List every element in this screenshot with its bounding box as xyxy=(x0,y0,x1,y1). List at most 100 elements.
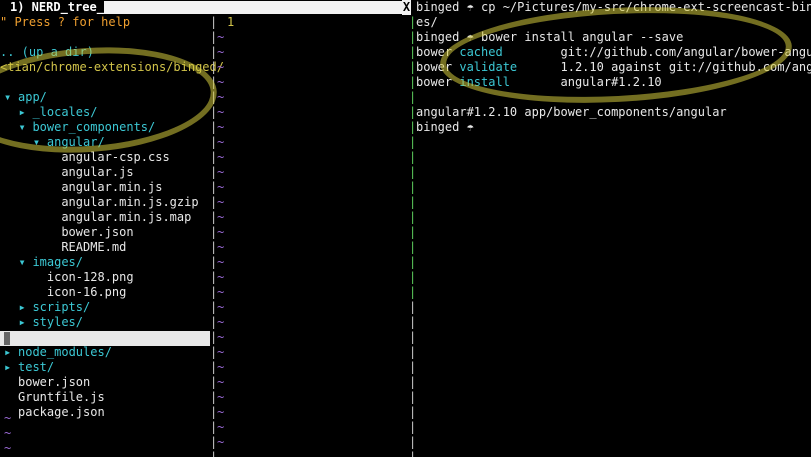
tree-item-label: icon-16.png xyxy=(46,285,127,299)
shell-text: binged ☂ xyxy=(416,120,474,134)
collapsed-arrow-icon[interactable]: ▸ xyxy=(18,315,32,330)
shell-text: bower xyxy=(416,45,460,59)
empty-line-tilde: ~ xyxy=(217,180,225,194)
help-hint: " Press ? for help xyxy=(0,15,131,29)
tree-file-row[interactable]: angular.min.js.map xyxy=(4,210,191,225)
empty-line-tilde: ~ xyxy=(217,120,225,134)
nerdtree-pane: " Press ? for help .. (up a dir) <tian/c… xyxy=(0,15,224,457)
shell-line: angular#1.2.10 app/bower_components/angu… xyxy=(416,105,727,120)
expanded-arrow-icon[interactable]: ▾ xyxy=(4,90,18,105)
tree-file-row[interactable]: README.md xyxy=(4,240,126,255)
empty-line-tilde: ~ xyxy=(217,45,225,59)
separator-glyph: | xyxy=(210,210,216,224)
collapsed-arrow-icon[interactable]: ▸ xyxy=(4,360,18,375)
empty-line-tilde: ~ xyxy=(217,240,225,254)
tree-file-row[interactable]: icon-16.png xyxy=(4,285,126,300)
close-tab-button[interactable]: X xyxy=(402,0,411,15)
shell-line: bower cached git://github.com/angular/bo… xyxy=(416,45,811,60)
tree-dir-row[interactable]: ▸ node_modules/ xyxy=(4,345,112,360)
tree-file-row[interactable]: angular.js xyxy=(4,165,133,180)
expanded-arrow-icon[interactable]: ▾ xyxy=(18,120,32,135)
expanded-arrow-icon[interactable]: ▾ xyxy=(18,255,32,270)
tree-item-label: Gruntfile.js xyxy=(18,390,105,404)
tree-file-row[interactable]: bower.json xyxy=(4,375,90,390)
empty-line-tilde: ~ xyxy=(4,411,12,425)
editor-pane[interactable]: 1 ~ ~ ~ ~ ~ ~ ~ ~ ~ ~ ~ ~ ~ ~ ~ ~ ~ ~ ~ ~ ~ ~ ~ ~ ~ ~ ~ ~ xyxy=(217,15,409,457)
empty-line-tilde: ~ xyxy=(217,255,225,269)
tree-item-label: node_modules/ xyxy=(18,345,112,359)
shell-pane[interactable]: binged ☂ cp ~/Pictures/my-src/chrome-ext… xyxy=(414,0,811,457)
separator-glyph: | xyxy=(210,225,216,239)
separator-glyph: | xyxy=(210,150,216,164)
tree-item-label: angular/ xyxy=(46,135,105,149)
shell-text: angular#1.2.10 app/bower_components/angu… xyxy=(416,105,727,119)
tree-file-row[interactable]: angular.min.js xyxy=(4,180,162,195)
bower-action: cached xyxy=(459,45,503,59)
shell-line: bower install angular#1.2.10 xyxy=(416,75,662,90)
tree-file-row[interactable]: icon-128.png xyxy=(4,270,134,285)
expanded-arrow-icon[interactable]: ▾ xyxy=(33,135,47,150)
tree-item-label: _locales/ xyxy=(32,105,98,119)
bower-action: install xyxy=(459,75,510,89)
shell-text: bower xyxy=(416,75,460,89)
separator-glyph: | xyxy=(210,105,216,119)
tree-dir-row[interactable]: ▾ app/ xyxy=(4,90,47,105)
tree-file-row[interactable]: angular-csp.css xyxy=(4,150,170,165)
empty-line-tilde: ~ xyxy=(217,165,225,179)
split-separator-left[interactable]: | | | | | | | | | | | | | | | | | | | | | | | | | | | | | | xyxy=(210,15,216,457)
collapsed-arrow-icon[interactable]: ▸ xyxy=(4,345,18,360)
root-path[interactable]: <tian/chrome-extensions/binged/ xyxy=(0,60,224,75)
tree-dir-row[interactable]: ▸ test/ xyxy=(4,360,54,375)
collapsed-arrow-icon[interactable]: ▸ xyxy=(18,300,32,315)
separator-glyph: | xyxy=(210,180,216,194)
tree-item-label: README.md xyxy=(61,240,127,254)
empty-line-tilde: ~ xyxy=(217,375,225,389)
shell-text: 1.2.10 against git://github.com/angular/ xyxy=(560,60,811,74)
tree-dir-row[interactable]: ▾ angular/ xyxy=(4,135,105,150)
tree-dir-row[interactable]: ▸ scripts/ xyxy=(4,300,90,315)
separator-glyph: | xyxy=(210,90,216,104)
tree-dir-row[interactable]: ▾ images/ xyxy=(4,255,83,270)
separator-glyph: | xyxy=(210,390,216,404)
empty-line-tilde: ~ xyxy=(217,90,225,104)
tree-item-label: test/ xyxy=(18,360,55,374)
empty-line-tilde: ~ xyxy=(217,105,225,119)
shell-text: binged ☂ cp ~/Pictures/my-src/chrome-ext… xyxy=(416,0,811,14)
tree-item-label: scripts/ xyxy=(32,300,91,314)
separator-glyph: | xyxy=(210,285,216,299)
empty-line-tilde: ~ xyxy=(217,420,225,434)
shell-line: binged ☂ bower install angular --save xyxy=(416,30,683,45)
separator-glyph: | xyxy=(210,165,216,179)
empty-line-tilde: ~ xyxy=(4,441,12,455)
cursor-block xyxy=(4,332,10,345)
collapsed-arrow-icon[interactable]: ▸ xyxy=(18,105,32,120)
empty-line-tilde: ~ xyxy=(217,75,225,89)
tree-file-row[interactable]: bower.json xyxy=(4,225,134,240)
bower-action: validate xyxy=(459,60,518,74)
empty-line-tilde: ~ xyxy=(217,345,225,359)
empty-line-tilde: ~ xyxy=(217,315,225,329)
shell-line: binged ☂ cp ~/Pictures/my-src/chrome-ext… xyxy=(416,0,811,15)
separator-glyph: | xyxy=(210,435,216,449)
tree-item-label: bower.json xyxy=(61,225,134,239)
tree-dir-row[interactable]: ▸ _locales/ xyxy=(4,105,97,120)
empty-line-tilde: ~ xyxy=(217,195,225,209)
tree-dir-row[interactable]: ▸ styles/ xyxy=(4,315,83,330)
separator-glyph: | xyxy=(210,135,216,149)
empty-line-tilde: ~ xyxy=(217,360,225,374)
separator-glyph: | xyxy=(210,75,216,89)
shell-text: bower xyxy=(416,60,460,74)
empty-line-tilde: ~ xyxy=(217,390,225,404)
tree-item-label: angular-csp.css xyxy=(61,150,170,164)
separator-glyph: | xyxy=(210,45,216,59)
tree-file-row[interactable]: angular.min.js.gzip xyxy=(4,195,198,210)
tab-nerd-tree[interactable]: 1) NERD_tree_1 xyxy=(0,0,116,15)
tree-item-label: bower.json xyxy=(18,375,91,389)
tree-dir-row[interactable]: ▾ bower_components/ xyxy=(4,120,155,135)
separator-glyph: | xyxy=(210,450,216,457)
up-dir-link[interactable]: .. (up a dir) xyxy=(0,45,94,60)
separator-glyph: | xyxy=(210,345,216,359)
tree-file-row[interactable]: Gruntfile.js xyxy=(4,390,105,405)
separator-glyph: | xyxy=(210,120,216,134)
tree-file-row[interactable]: package.json xyxy=(4,405,105,420)
